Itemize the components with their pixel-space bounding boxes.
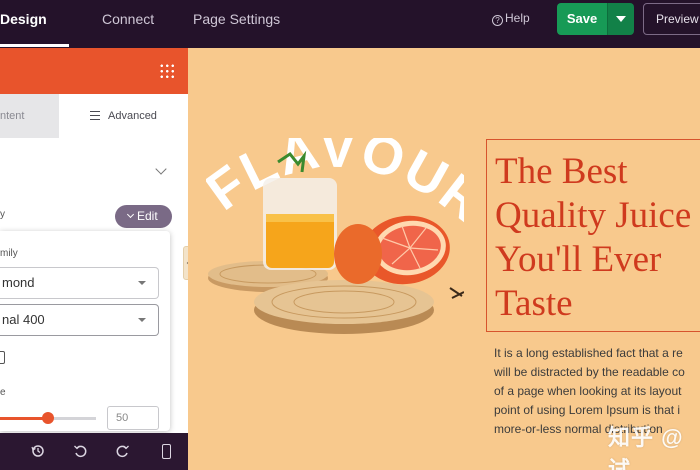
top-bar: Design Connect Page Settings ? Help Save … (0, 0, 700, 48)
headline-block[interactable]: The Best Quality Juice You'll Ever Taste (486, 139, 700, 332)
font-size-input[interactable]: 50 (107, 406, 159, 430)
font-size-slider-fill (0, 417, 48, 420)
font-family-label: mily (0, 248, 18, 259)
preview-button[interactable]: Preview (643, 3, 700, 35)
font-size-slider-handle[interactable] (42, 412, 54, 424)
font-family-select[interactable]: mond (0, 267, 159, 299)
settings-panel: ntent Advanced y Edit mily mond nal 400 … (0, 48, 188, 470)
chevron-down-icon[interactable] (155, 163, 167, 175)
panel-footer (0, 433, 188, 470)
body-line-1: It is a long established fact that a re (494, 346, 683, 360)
headline-line-4: Taste (495, 283, 573, 324)
body-line-2: will be distracted by the readable co (494, 365, 685, 379)
save-button[interactable]: Save (557, 3, 607, 35)
panel-subtabs: ntent Advanced (0, 94, 188, 138)
headline: The Best Quality Juice You'll Ever Taste (495, 150, 700, 326)
redo-icon[interactable] (116, 444, 130, 458)
typography-label: y (0, 209, 5, 220)
help-link[interactable]: ? Help (492, 11, 530, 26)
edit-typography-button[interactable]: Edit (115, 205, 172, 228)
panel-header (0, 48, 188, 94)
font-weight-select[interactable]: nal 400 (0, 304, 159, 336)
headline-line-1: The Best (495, 151, 628, 192)
headline-line-3: You'll Ever (495, 239, 662, 280)
watermark: 知乎 @试 (608, 425, 684, 470)
sliders-icon (90, 111, 100, 120)
grid-dots-icon[interactable] (159, 63, 175, 79)
active-tab-indicator (0, 44, 69, 47)
undo-icon[interactable] (73, 444, 87, 458)
mobile-preview-icon[interactable] (162, 444, 171, 459)
page-canvas: FLAVOUR The Best Quality (188, 48, 700, 470)
subtab-advanced-label: Advanced (108, 110, 157, 122)
body-line-3: of a page when looking at its layout (494, 384, 682, 398)
question-icon: ? (492, 15, 503, 26)
subtab-content[interactable]: ntent (0, 94, 59, 138)
headline-line-2: Quality Juice (495, 195, 692, 236)
tab-page-settings[interactable]: Page Settings (193, 0, 280, 48)
juice-image: FLAVOUR (196, 119, 496, 348)
history-icon[interactable] (31, 444, 45, 458)
tab-connect[interactable]: Connect (102, 0, 154, 48)
subtab-advanced[interactable]: Advanced (59, 94, 188, 138)
tab-design[interactable]: Design (0, 0, 47, 48)
mobile-device-icon[interactable] (0, 351, 5, 364)
help-label: Help (505, 11, 530, 25)
body-line-4: point of using Lorem Ipsum is that i (494, 403, 681, 417)
save-options-dropdown[interactable] (607, 3, 634, 35)
font-size-label: e (0, 387, 6, 398)
